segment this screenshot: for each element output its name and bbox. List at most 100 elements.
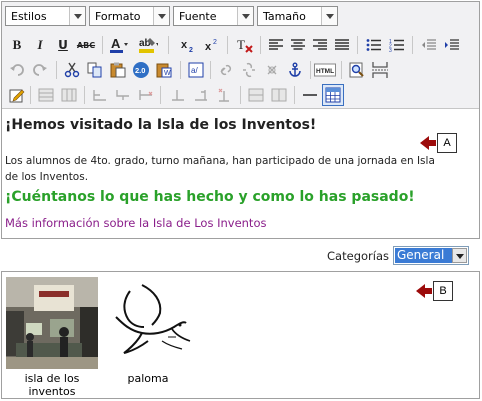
toolbar-separator xyxy=(84,86,85,104)
font-combo[interactable]: Fuente xyxy=(173,6,254,26)
format-combo[interactable]: Formato xyxy=(89,6,170,26)
toolbar-separator xyxy=(412,36,413,54)
svg-text:x: x xyxy=(205,41,212,53)
anchor-icon[interactable] xyxy=(285,60,305,80)
italic-icon[interactable]: I xyxy=(30,35,50,55)
subscript-icon[interactable]: x2 xyxy=(178,35,198,55)
unlink-icon[interactable] xyxy=(239,60,259,80)
underline-icon[interactable]: U xyxy=(53,35,73,55)
photo-thumbnail xyxy=(6,277,98,369)
toolbar-separator xyxy=(357,36,358,54)
categories-select[interactable]: General xyxy=(393,246,469,265)
svg-text:3: 3 xyxy=(389,48,392,52)
svg-text:2: 2 xyxy=(189,47,193,54)
superscript-icon[interactable]: x2 xyxy=(202,35,222,55)
redo-icon[interactable] xyxy=(30,60,50,80)
svg-text:HTML: HTML xyxy=(316,68,334,75)
insert-column-after-icon[interactable] xyxy=(191,85,211,105)
gallery-caption-line1: isla de los xyxy=(24,372,80,385)
numbered-list-icon[interactable]: 123 xyxy=(387,35,407,55)
align-justify-icon[interactable] xyxy=(332,35,352,55)
chevron-down-icon[interactable] xyxy=(452,248,467,263)
rich-text-editor: Estilos Formato Fuente Tamaño B I U ABC … xyxy=(1,1,480,239)
page-break-icon[interactable] xyxy=(370,60,390,80)
arrow-stem xyxy=(428,140,436,146)
size-combo[interactable]: Tamaño xyxy=(257,6,338,26)
categories-row: Categorías General xyxy=(229,246,469,266)
arrow-stem xyxy=(424,288,432,294)
gallery-item[interactable]: paloma xyxy=(102,277,194,397)
spellcheck-icon[interactable]: a/ xyxy=(186,60,206,80)
outdent-icon[interactable] xyxy=(419,35,439,55)
bulleted-list-icon[interactable] xyxy=(364,35,384,55)
editor-content[interactable]: ¡Hemos visitado la Isla de los Inventos!… xyxy=(2,109,479,238)
svg-text:T: T xyxy=(237,37,245,52)
chevron-down-icon xyxy=(321,7,337,25)
toolbar-separator xyxy=(180,61,181,79)
chevron-down-icon xyxy=(153,7,169,25)
insert-row-before-icon[interactable] xyxy=(90,85,110,105)
paste-word-icon[interactable]: 2.0 xyxy=(131,60,151,80)
paste-text-icon[interactable]: W xyxy=(154,60,174,80)
dove-drawing-thumbnail xyxy=(102,277,194,369)
gallery-caption-line2: inventos xyxy=(28,385,76,398)
html-source-icon[interactable]: HTML xyxy=(314,60,336,80)
insert-column-before-icon[interactable] xyxy=(168,85,188,105)
toolbar-separator xyxy=(310,61,311,79)
size-combo-label: Tamaño xyxy=(263,10,306,23)
marker-a-label: A xyxy=(437,133,457,153)
strikethrough-icon[interactable]: ABC xyxy=(76,35,96,55)
svg-text:2: 2 xyxy=(213,39,217,46)
svg-text:W: W xyxy=(164,70,171,77)
edit-form-icon[interactable] xyxy=(7,85,27,105)
align-right-icon[interactable] xyxy=(310,35,330,55)
marker-a: A xyxy=(420,133,460,153)
indent-icon[interactable] xyxy=(442,35,462,55)
merge-cells-icon[interactable] xyxy=(246,85,266,105)
chevron-down-icon xyxy=(69,7,85,25)
toolbar-separator xyxy=(168,36,169,54)
delete-row-icon[interactable] xyxy=(136,85,156,105)
content-subheading: ¡Cuéntanos lo que has hecho y como lo ha… xyxy=(5,189,415,205)
font-combo-label: Fuente xyxy=(179,10,217,23)
table-row-icon[interactable] xyxy=(36,85,56,105)
svg-text:x: x xyxy=(181,39,188,51)
align-center-icon[interactable] xyxy=(288,35,308,55)
content-link[interactable]: Más información sobre la Isla de Los Inv… xyxy=(5,216,266,230)
link-icon[interactable] xyxy=(216,60,236,80)
remove-format-icon[interactable]: T xyxy=(235,35,255,55)
gallery-item[interactable]: isla de los inventos xyxy=(6,277,98,398)
delete-column-icon[interactable] xyxy=(214,85,234,105)
marker-b: B xyxy=(416,281,456,301)
undo-icon[interactable] xyxy=(7,60,27,80)
content-paragraph: Los alumnos de 4to. grado, turno mañana,… xyxy=(5,155,435,183)
cut-icon[interactable] xyxy=(62,60,82,80)
paste-icon[interactable] xyxy=(108,60,128,80)
bold-icon[interactable]: B xyxy=(7,35,27,55)
toolbar-separator xyxy=(227,36,228,54)
horizontal-rule-icon[interactable] xyxy=(300,85,320,105)
preview-icon[interactable] xyxy=(347,60,367,80)
toolbar-separator xyxy=(30,86,31,104)
table-column-icon[interactable] xyxy=(59,85,79,105)
content-heading: ¡Hemos visitado la Isla de los Inventos! xyxy=(5,117,317,133)
toolbar-separator xyxy=(160,86,161,104)
toolbar-separator xyxy=(294,86,295,104)
insert-row-after-icon[interactable] xyxy=(113,85,133,105)
align-left-icon[interactable] xyxy=(266,35,286,55)
image-gallery: isla de los inventos paloma xyxy=(1,271,480,399)
toolbar-separator xyxy=(260,36,261,54)
toolbar-separator xyxy=(102,36,103,54)
text-color-icon[interactable]: A xyxy=(108,35,128,55)
insert-table-icon[interactable] xyxy=(322,84,344,106)
editor-toolbar: Estilos Formato Fuente Tamaño B I U ABC … xyxy=(2,2,479,109)
svg-text:A: A xyxy=(111,36,121,51)
background-color-icon[interactable]: ab xyxy=(138,35,158,55)
unlink-broken-icon[interactable] xyxy=(262,60,282,80)
gallery-caption-line1: paloma xyxy=(127,372,169,385)
split-cells-icon[interactable] xyxy=(269,85,289,105)
toolbar-separator xyxy=(210,61,211,79)
styles-combo-label: Estilos xyxy=(11,10,47,23)
styles-combo[interactable]: Estilos xyxy=(5,6,86,26)
copy-icon[interactable] xyxy=(85,60,105,80)
